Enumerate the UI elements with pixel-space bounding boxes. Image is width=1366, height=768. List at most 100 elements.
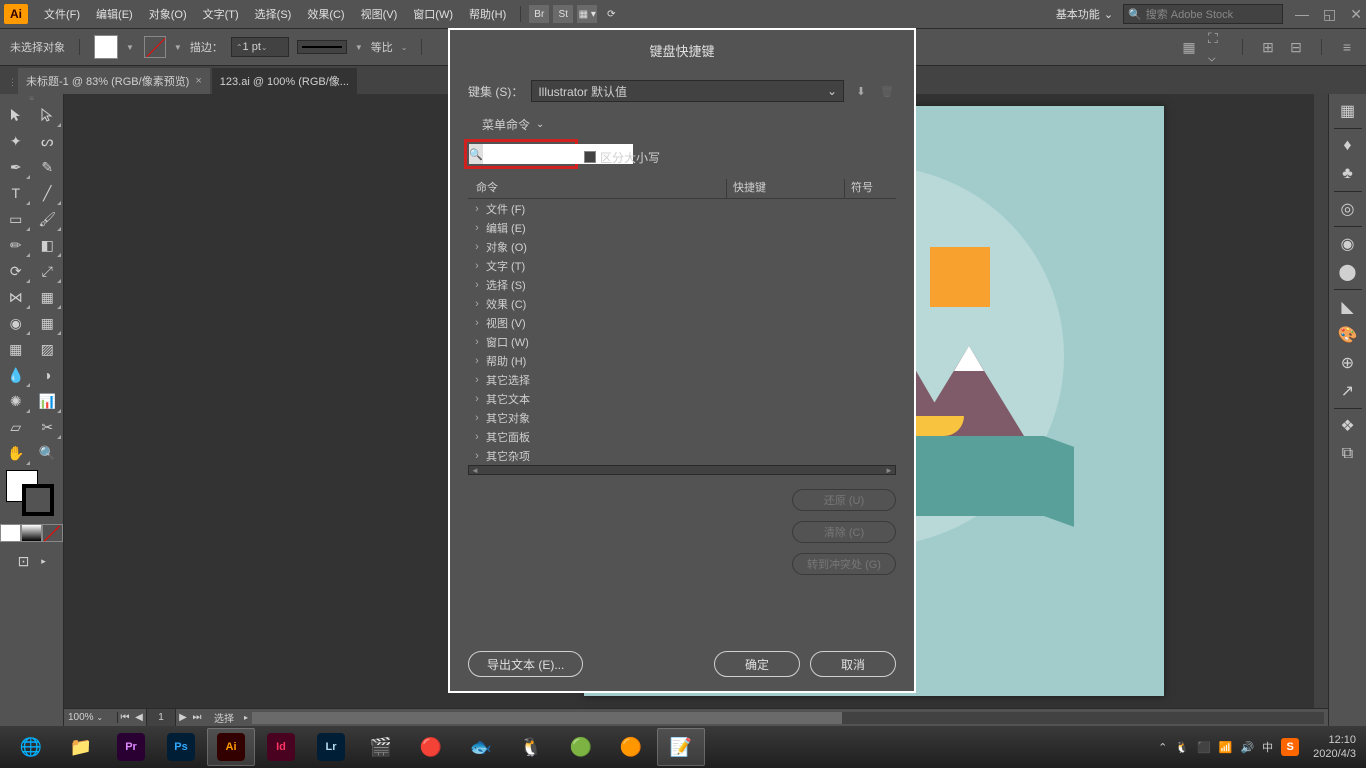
export-text-button[interactable]: 导出文本 (E)... (468, 651, 583, 677)
tab-handle-icon[interactable]: ⋮⋮ (8, 77, 18, 94)
tab-untitled[interactable]: 未标题-1 @ 83% (RGB/像素预览)× (18, 68, 210, 94)
tray-qq-icon[interactable]: 🐧 (1175, 741, 1189, 754)
menu-help[interactable]: 帮助(H) (461, 6, 514, 22)
taskbar-chrome[interactable]: 🟢 (557, 728, 605, 766)
command-item[interactable]: ›对象 (O) (468, 237, 896, 256)
zoom-tool[interactable]: 🔍 (32, 440, 64, 466)
paintbrush-tool[interactable]: 🖌 (32, 206, 64, 232)
line-tool[interactable]: ╱ (32, 180, 64, 206)
symbols-panel-icon[interactable]: ◣ (1333, 294, 1363, 320)
workspace-switcher[interactable]: 基本功能⌄ (1050, 4, 1119, 24)
stroke-color[interactable] (22, 484, 54, 516)
menu-object[interactable]: 对象(O) (141, 6, 195, 22)
minimize-button[interactable]: — (1295, 6, 1309, 23)
first-artboard-button[interactable]: ⏮ (118, 712, 132, 723)
selection-tool[interactable] (0, 102, 32, 128)
taskbar-notepad[interactable]: 📝 (657, 728, 705, 766)
eyedropper-tool[interactable]: 💧 (0, 362, 32, 388)
fill-stroke-swatches[interactable] (4, 470, 59, 520)
taskbar-clock[interactable]: 12:10 2020/4/3 (1313, 733, 1356, 761)
zoom-selector[interactable]: 100% ⌄ (64, 712, 118, 723)
stroke-style[interactable] (297, 40, 347, 54)
stroke-swatch[interactable] (144, 36, 166, 58)
command-item[interactable]: ›文字 (T) (468, 256, 896, 275)
menu-window[interactable]: 窗口(W) (405, 6, 461, 22)
command-item[interactable]: ›其它杂项 (468, 446, 896, 465)
scale-tool[interactable]: ⤢ (32, 258, 64, 284)
libraries-panel-icon[interactable]: ♦ (1333, 133, 1363, 159)
panel-menu-icon[interactable]: ≡ (1338, 38, 1356, 56)
fill-swatch[interactable] (94, 35, 118, 59)
preferences-icon[interactable]: ⛶ ⌄ (1208, 38, 1226, 56)
cc-panel-icon[interactable]: ◎ (1333, 196, 1363, 222)
column-graph-tool[interactable]: 📊 (32, 388, 64, 414)
last-artboard-button[interactable]: ⏭ (190, 712, 204, 723)
menu-type[interactable]: 文字(T) (195, 6, 247, 22)
type-tool[interactable]: T (0, 180, 32, 206)
brushes-panel-icon[interactable]: ♣ (1333, 161, 1363, 187)
taskbar-browser[interactable]: 🌐 (7, 728, 55, 766)
scrollbar-vertical[interactable] (1314, 94, 1328, 708)
command-item[interactable]: ›文件 (F) (468, 199, 896, 218)
stock-icon[interactable]: St (553, 5, 573, 23)
eraser-tool[interactable]: ◧ (32, 232, 64, 258)
properties-panel-icon[interactable]: ▦ (1333, 98, 1363, 124)
command-item[interactable]: ›帮助 (H) (468, 351, 896, 370)
document-setup-icon[interactable]: ▦ (1180, 38, 1198, 56)
gradient-tool[interactable]: ▨ (32, 336, 64, 362)
screen-mode-buttons[interactable]: ⊡ ▸ (0, 550, 63, 572)
graphic-styles-panel-icon[interactable]: ⬤ (1333, 259, 1363, 285)
next-artboard-button[interactable]: ▶ (176, 712, 190, 723)
command-item[interactable]: ›编辑 (E) (468, 218, 896, 237)
artboard-number[interactable]: 1 (146, 708, 176, 728)
command-item[interactable]: ›其它文本 (468, 389, 896, 408)
menu-view[interactable]: 视图(V) (353, 6, 406, 22)
scrollbar-horizontal[interactable] (252, 712, 1324, 724)
rotate-tool[interactable]: ⟳ (0, 258, 32, 284)
taskbar-photoshop[interactable]: Ps (157, 728, 205, 766)
color-panel-icon[interactable]: 🎨 (1333, 322, 1363, 348)
taskbar-explorer[interactable]: 📁 (57, 728, 105, 766)
taskbar-illustrator[interactable]: Ai (207, 728, 255, 766)
artboard-tool[interactable]: ▱ (0, 414, 32, 440)
perspective-tool[interactable]: ▦ (32, 310, 64, 336)
command-item[interactable]: ›其它选择 (468, 370, 896, 389)
menu-file[interactable]: 文件(F) (36, 6, 88, 22)
search-stock-input[interactable]: 🔍搜索 Adobe Stock (1123, 4, 1283, 24)
command-item[interactable]: ›窗口 (W) (468, 332, 896, 351)
close-icon[interactable]: × (195, 75, 201, 87)
lasso-tool[interactable]: ᔕ (32, 128, 64, 154)
layers-panel-icon[interactable]: ❖ (1333, 413, 1363, 439)
tray-ime-icon[interactable]: 中 (1262, 739, 1273, 755)
slice-tool[interactable]: ✂ (32, 414, 64, 440)
taskbar-lightroom[interactable]: Lr (307, 728, 355, 766)
taskbar-app2[interactable]: 🔴 (407, 728, 455, 766)
toolbox-grip[interactable] (0, 94, 63, 102)
arrange-icon[interactable]: ▦ ▾ (577, 5, 597, 23)
free-transform-tool[interactable]: ▦ (32, 284, 64, 310)
tray-chevron-icon[interactable]: ⌃ (1158, 741, 1167, 754)
artboards-panel-icon[interactable]: ⧉ (1333, 441, 1363, 467)
width-tool[interactable]: ⋈ (0, 284, 32, 310)
command-item[interactable]: ›其它面板 (468, 427, 896, 446)
symbol-sprayer-tool[interactable]: ✺ (0, 388, 32, 414)
delete-keyset-icon[interactable]: 🗑 (878, 82, 896, 100)
taskbar-app3[interactable]: 🐟 (457, 728, 505, 766)
rectangle-tool[interactable]: ▭ (0, 206, 32, 232)
filter-dropdown[interactable]: 菜单命令 (482, 116, 530, 133)
system-tray[interactable]: ⌃ 🐧 ⬛ 📶 🔊 中 S 12:10 2020/4/3 (1158, 733, 1360, 761)
menu-edit[interactable]: 编辑(E) (88, 6, 141, 22)
cancel-button[interactable]: 取消 (810, 651, 896, 677)
menu-effect[interactable]: 效果(C) (299, 6, 352, 22)
tray-network-icon[interactable]: 📶 (1219, 741, 1233, 754)
blend-tool[interactable]: ◑ (32, 362, 64, 388)
keyset-dropdown[interactable]: Illustrator 默认值⌄ (531, 80, 844, 102)
bridge-icon[interactable]: Br (529, 5, 549, 23)
shape-builder-tool[interactable]: ◉ (0, 310, 32, 336)
list-scrollbar[interactable] (468, 465, 896, 475)
stroke-panel-icon[interactable]: ↗ (1333, 378, 1363, 404)
shaper-tool[interactable]: ✏ (0, 232, 32, 258)
case-sensitive-checkbox[interactable]: 区分大小写 (584, 149, 660, 166)
command-list[interactable]: ›文件 (F)›编辑 (E)›对象 (O)›文字 (T)›选择 (S)›效果 (… (468, 199, 896, 465)
prev-artboard-button[interactable]: ◀ (132, 712, 146, 723)
